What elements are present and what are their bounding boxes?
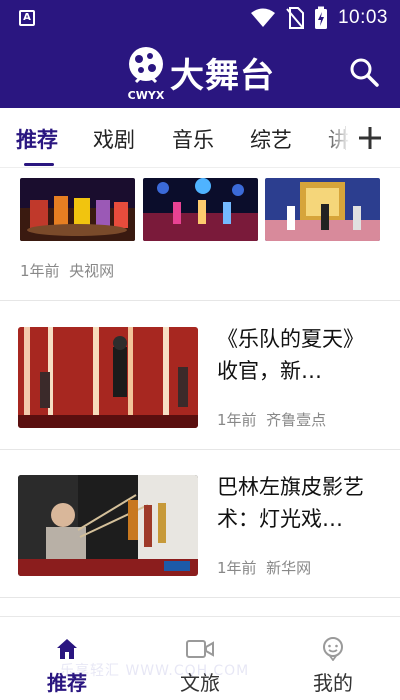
- item-time: 1年前: [217, 411, 257, 429]
- item-title[interactable]: 巴林左旗皮影艺术：灯光戏…: [217, 471, 382, 535]
- item-time: 1年前: [20, 262, 60, 280]
- brand-name: 大舞台: [170, 56, 275, 96]
- top-bar: A 10:03 CWYX 大舞台: [0, 0, 400, 108]
- nav-item-culture-travel[interactable]: 文旅: [145, 617, 255, 700]
- status-bar: A 10:03: [0, 0, 400, 36]
- tab-drama[interactable]: 戏剧: [93, 124, 135, 154]
- divider: [0, 449, 400, 450]
- news-feed: 1年前 央视网 《乐队的夏天》收官，新… 1年前 齐鲁壹点 巴林左旗皮影艺术：灯…: [0, 169, 400, 616]
- accessibility-icon: A: [19, 10, 35, 26]
- bottom-nav: 推荐 文旅 我的: [0, 616, 400, 700]
- user-face-icon: [323, 637, 343, 661]
- nav-item-mine[interactable]: 我的: [278, 617, 388, 700]
- nav-label: 推荐: [47, 671, 87, 695]
- nav-label: 我的: [313, 671, 353, 695]
- item-source: 新华网: [266, 559, 312, 577]
- item-source: 齐鲁壹点: [266, 411, 327, 429]
- plus-icon[interactable]: [350, 118, 390, 158]
- logo-text: CWYX: [128, 89, 165, 102]
- logo-mark-icon: CWYX: [128, 47, 165, 102]
- tabs-divider: [345, 126, 346, 150]
- thumbnail-image: [20, 178, 135, 241]
- item-meta: 1年前 央视网: [20, 260, 114, 281]
- item-source: 央视网: [69, 262, 115, 280]
- nav-label: 文旅: [180, 671, 220, 695]
- category-tabs: 推荐 戏剧 音乐 综艺 讲: [0, 108, 400, 168]
- item-time: 1年前: [217, 559, 257, 577]
- app-header: CWYX 大舞台: [0, 36, 400, 108]
- thumbnail-image: [265, 178, 380, 241]
- item-title[interactable]: 《乐队的夏天》收官，新…: [217, 323, 382, 387]
- search-icon[interactable]: [348, 56, 380, 88]
- thumbnail-image: [18, 327, 198, 428]
- thumbnail-image: [18, 475, 198, 576]
- nav-item-recommend[interactable]: 推荐: [12, 617, 122, 700]
- divider: [0, 300, 400, 301]
- tab-music[interactable]: 音乐: [172, 124, 214, 154]
- divider: [0, 597, 400, 598]
- system-icons: 10:03: [250, 6, 388, 30]
- home-icon: [57, 639, 77, 659]
- thumbnail-image: [143, 178, 258, 241]
- wifi-icon: [250, 8, 275, 27]
- tab-variety[interactable]: 综艺: [250, 124, 292, 154]
- video-camera-icon: [186, 640, 214, 658]
- clock: 10:03: [337, 7, 388, 28]
- no-sim-icon: [286, 7, 304, 29]
- item-meta: 1年前 新华网: [217, 557, 311, 578]
- app-logo: CWYX 大舞台: [122, 42, 288, 102]
- tab-recommend[interactable]: 推荐: [16, 124, 58, 154]
- active-tab-indicator: [24, 163, 54, 166]
- battery-charging-icon: [314, 6, 327, 29]
- item-meta: 1年前 齐鲁壹点: [217, 409, 326, 430]
